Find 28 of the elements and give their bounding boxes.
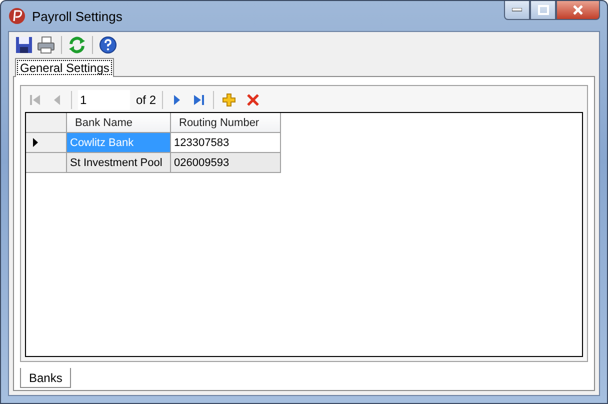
window-title: Payroll Settings — [32, 8, 122, 24]
table-cell[interactable]: 026009593 — [171, 153, 281, 173]
printer-icon[interactable] — [37, 36, 55, 54]
first-icon — [29, 94, 41, 106]
settings-tab[interactable]: General Settings — [15, 58, 114, 77]
refresh-icon[interactable] — [68, 36, 86, 54]
minimize-button[interactable] — [504, 1, 530, 20]
close-button[interactable] — [556, 1, 600, 20]
column-header[interactable]: Routing Number — [171, 113, 281, 133]
table-cell[interactable]: St Investment Pool — [67, 153, 171, 173]
help-icon[interactable] — [99, 36, 117, 54]
add-button[interactable] — [220, 91, 238, 109]
position-field[interactable]: 1 — [78, 90, 130, 110]
maximize-button[interactable] — [530, 1, 556, 20]
last-icon — [193, 94, 206, 106]
banks-tab[interactable]: Banks — [20, 368, 72, 388]
minimize-icon — [512, 8, 522, 12]
column-header[interactable]: Bank Name — [67, 113, 171, 133]
corner-header — [26, 113, 67, 133]
maximize-icon — [538, 5, 548, 15]
record-count: of 2 — [136, 93, 156, 107]
close-icon — [572, 5, 584, 15]
save-icon[interactable] — [15, 36, 33, 54]
plus-icon — [222, 93, 236, 107]
app-logo-icon — [8, 7, 26, 25]
current-row-icon — [33, 138, 38, 147]
delete-icon — [246, 93, 260, 107]
row-header[interactable] — [26, 133, 67, 153]
